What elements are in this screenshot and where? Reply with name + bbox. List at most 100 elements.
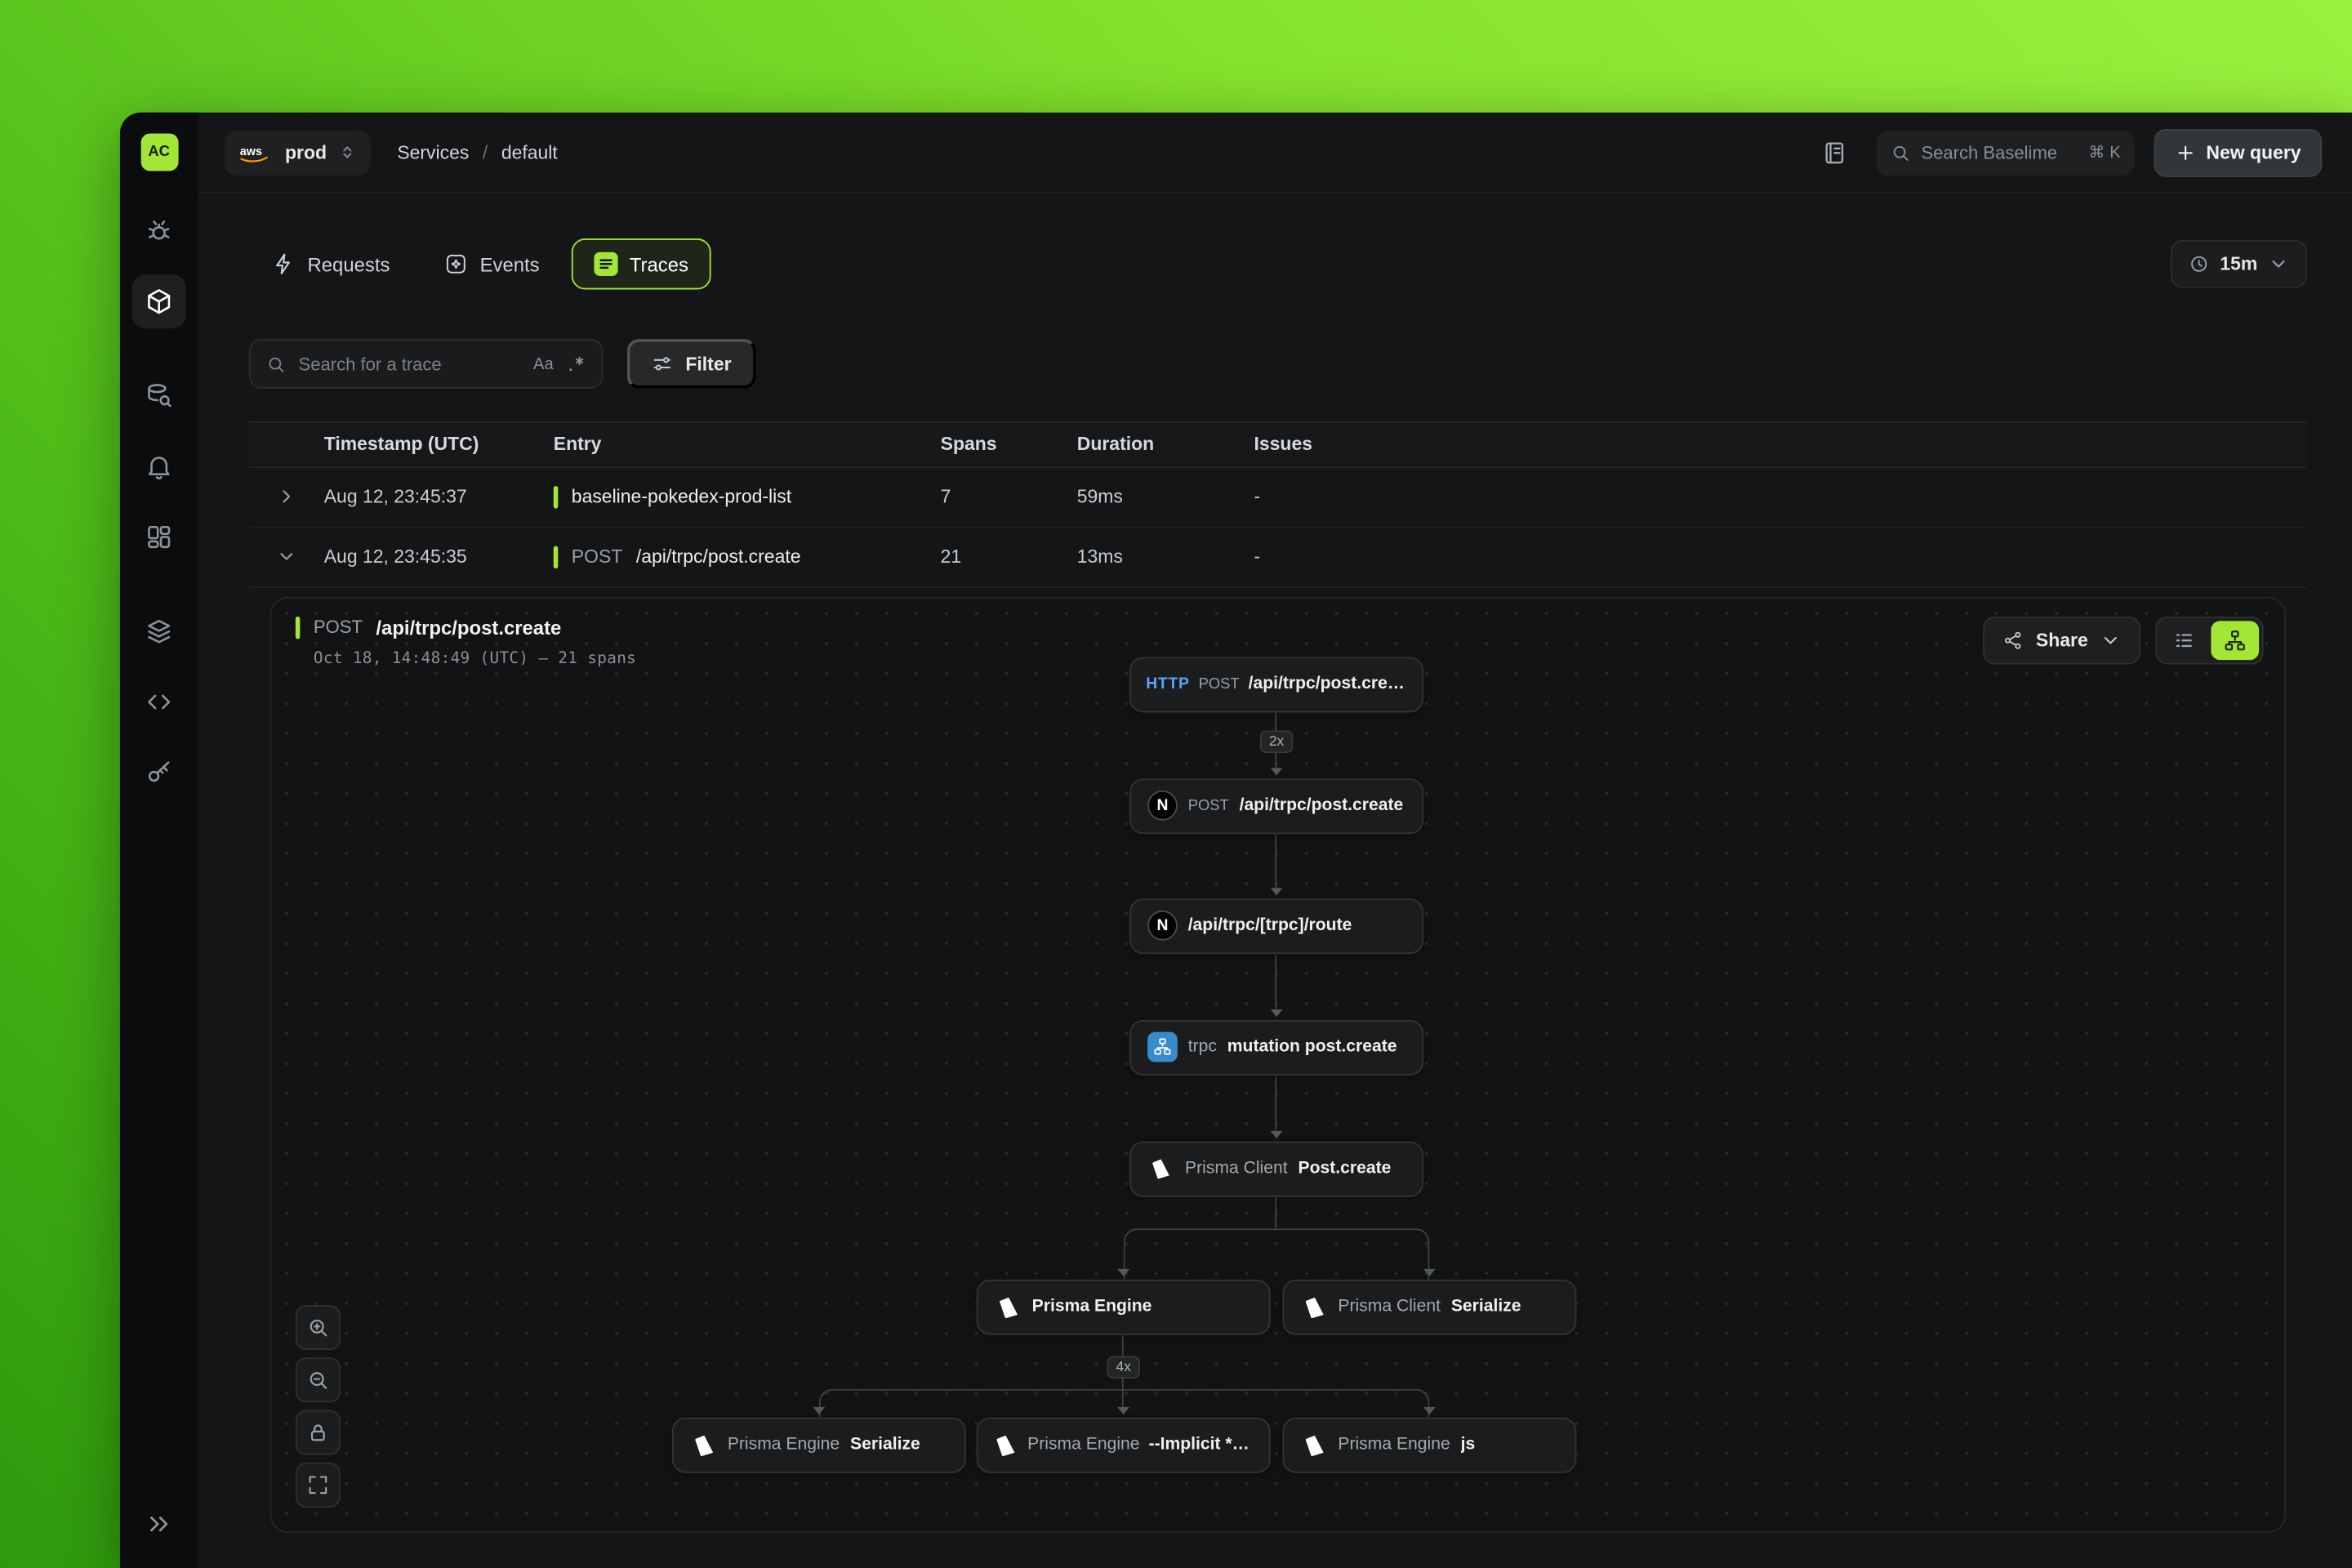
trace-node-http-root[interactable]: HTTP POST /api/trpc/post.create bbox=[1129, 657, 1423, 712]
edge bbox=[1275, 1196, 1276, 1229]
list-view-button[interactable] bbox=[2160, 621, 2208, 660]
expand-chevron-right-icon[interactable] bbox=[249, 487, 324, 508]
global-search-input[interactable] bbox=[1921, 142, 2078, 163]
sidebar-item-keys[interactable] bbox=[132, 746, 186, 800]
key-icon bbox=[144, 758, 174, 788]
col-spans: Spans bbox=[941, 434, 1077, 456]
edge bbox=[1122, 1389, 1124, 1407]
journal-icon bbox=[1820, 139, 1847, 166]
node-label: mutation post.create bbox=[1227, 1039, 1397, 1057]
trace-node-prisma-engine-implicit[interactable]: Prisma Engine --Implicit *C... bbox=[977, 1417, 1271, 1472]
global-search[interactable]: ⌘ K bbox=[1876, 130, 2134, 175]
trace-accent-bar bbox=[554, 486, 559, 509]
trace-node-next-route[interactable]: /api/trpc/[trpc]/route bbox=[1129, 898, 1423, 954]
search-row: Aa Filter bbox=[249, 339, 2307, 389]
case-sensitive-toggle[interactable]: Aa bbox=[533, 354, 554, 372]
trace-node-prisma-post-create[interactable]: Prisma Client Post.create bbox=[1129, 1141, 1423, 1196]
edge-elbow bbox=[1122, 1389, 1430, 1418]
node-method: POST bbox=[1188, 798, 1229, 814]
trace-subtitle: Oct 18, 14:48:49 (UTC) – 21 spans bbox=[314, 649, 636, 667]
tab-requests[interactable]: Requests bbox=[249, 238, 412, 289]
row-duration: 13ms bbox=[1077, 546, 1254, 568]
search-shortcut: ⌘ K bbox=[2088, 142, 2120, 162]
edge-multiplier-badge: 2x bbox=[1260, 730, 1293, 753]
trace-node-next-post[interactable]: POST /api/trpc/post.create bbox=[1129, 778, 1423, 834]
prisma-icon bbox=[1300, 1294, 1327, 1321]
sidebar-item-alerts[interactable] bbox=[132, 439, 186, 493]
col-issues: Issues bbox=[1254, 434, 2307, 456]
zoom-controls bbox=[296, 1305, 341, 1508]
avatar[interactable]: AC bbox=[140, 133, 178, 171]
chevrons-right-icon bbox=[144, 1509, 174, 1539]
trace-node-prisma-engine[interactable]: Prisma Engine bbox=[977, 1279, 1271, 1334]
sidebar-expand-button[interactable] bbox=[132, 1497, 186, 1551]
tab-traces[interactable]: Traces bbox=[571, 238, 710, 289]
trace-search[interactable]: Aa bbox=[249, 339, 603, 389]
edge-arrow bbox=[813, 1407, 826, 1414]
zoom-in-button[interactable] bbox=[296, 1305, 341, 1350]
node-prefix: Prisma Engine bbox=[728, 1436, 840, 1454]
zoom-in-icon bbox=[306, 1316, 330, 1339]
trace-search-input[interactable] bbox=[299, 354, 522, 375]
topbar: aws prod Services / default bbox=[198, 113, 2352, 194]
zoom-out-icon bbox=[306, 1368, 330, 1392]
edge-arrow bbox=[1423, 1407, 1436, 1414]
sidebar-item-debug[interactable] bbox=[132, 204, 186, 258]
graph-view-button[interactable] bbox=[2211, 621, 2259, 660]
node-prefix: Prisma Engine bbox=[1338, 1436, 1450, 1454]
trace-method: POST bbox=[314, 617, 363, 639]
collapse-chevron-down-icon[interactable] bbox=[249, 546, 324, 568]
sidebar-item-queries[interactable] bbox=[132, 369, 186, 423]
trace-node-prisma-engine-serialize[interactable]: Prisma Engine Serialize bbox=[672, 1417, 966, 1472]
trace-node-prisma-engine-js[interactable]: Prisma Engine js bbox=[1282, 1417, 1576, 1472]
table-row[interactable]: Aug 12, 23:45:35 POST /api/trpc/post.cre… bbox=[249, 528, 2307, 587]
view-toggle bbox=[2155, 617, 2263, 665]
row-issues: - bbox=[1254, 487, 2307, 508]
trace-panel-header: POST /api/trpc/post.create Oct 18, 14:48… bbox=[296, 617, 636, 667]
list-icon bbox=[2172, 628, 2196, 652]
trace-accent-bar bbox=[296, 617, 301, 639]
sidebar-item-services[interactable] bbox=[132, 274, 186, 328]
layers-icon bbox=[144, 617, 174, 647]
lock-view-button[interactable] bbox=[296, 1410, 341, 1454]
node-label: /api/trpc/[trpc]/route bbox=[1188, 917, 1352, 935]
trace-flow-canvas[interactable]: 2x bbox=[271, 599, 2284, 1532]
node-label: Serialize bbox=[850, 1436, 920, 1454]
prisma-icon bbox=[1147, 1156, 1174, 1183]
share-button[interactable]: Share bbox=[1984, 617, 2140, 665]
time-range-selector[interactable]: 15m bbox=[2171, 240, 2307, 288]
new-query-button[interactable]: New query bbox=[2154, 128, 2322, 176]
database-search-icon bbox=[144, 381, 174, 412]
edge-multiplier-badge: 4x bbox=[1107, 1356, 1139, 1379]
aws-logo-icon: aws bbox=[238, 140, 274, 164]
fullscreen-button[interactable] bbox=[296, 1463, 341, 1508]
docs-button[interactable] bbox=[1811, 130, 1856, 175]
tab-events[interactable]: Events bbox=[421, 238, 562, 289]
trpc-icon bbox=[1147, 1032, 1178, 1062]
node-label: js bbox=[1461, 1436, 1476, 1454]
content: Requests Events Traces bbox=[198, 194, 2352, 1568]
trace-node-prisma-client-serialize[interactable]: Prisma Client Serialize bbox=[1282, 1279, 1576, 1334]
row-entry: /api/trpc/post.create bbox=[636, 546, 801, 568]
trace-node-trpc-mutation[interactable]: trpc mutation post.create bbox=[1129, 1020, 1423, 1076]
table-row[interactable]: Aug 12, 23:45:37 baseline-pokedex-prod-l… bbox=[249, 468, 2307, 528]
edge-arrow bbox=[1271, 1131, 1283, 1138]
regex-icon[interactable] bbox=[565, 354, 586, 375]
node-label: Post.create bbox=[1298, 1160, 1391, 1178]
bug-icon bbox=[144, 216, 174, 246]
node-label: /api/trpc/post.create bbox=[1249, 675, 1407, 693]
sidebar-item-code[interactable] bbox=[132, 675, 186, 729]
zoom-out-button[interactable] bbox=[296, 1357, 341, 1402]
row-duration: 59ms bbox=[1077, 487, 1254, 508]
traces-table: Timestamp (UTC) Entry Spans Duration Iss… bbox=[249, 421, 2307, 1568]
sidebar-item-dashboards[interactable] bbox=[132, 510, 186, 564]
breadcrumb-services[interactable]: Services bbox=[397, 142, 469, 163]
node-prefix: Prisma Engine bbox=[1027, 1436, 1139, 1454]
lock-icon bbox=[306, 1420, 330, 1444]
filter-button[interactable]: Filter bbox=[627, 339, 755, 389]
row-method: POST bbox=[572, 546, 623, 568]
environment-selector[interactable]: aws prod bbox=[225, 130, 371, 175]
sidebar-item-layers[interactable] bbox=[132, 604, 186, 658]
breadcrumb-default[interactable]: default bbox=[501, 142, 558, 163]
sparkle-square-icon bbox=[444, 252, 468, 276]
